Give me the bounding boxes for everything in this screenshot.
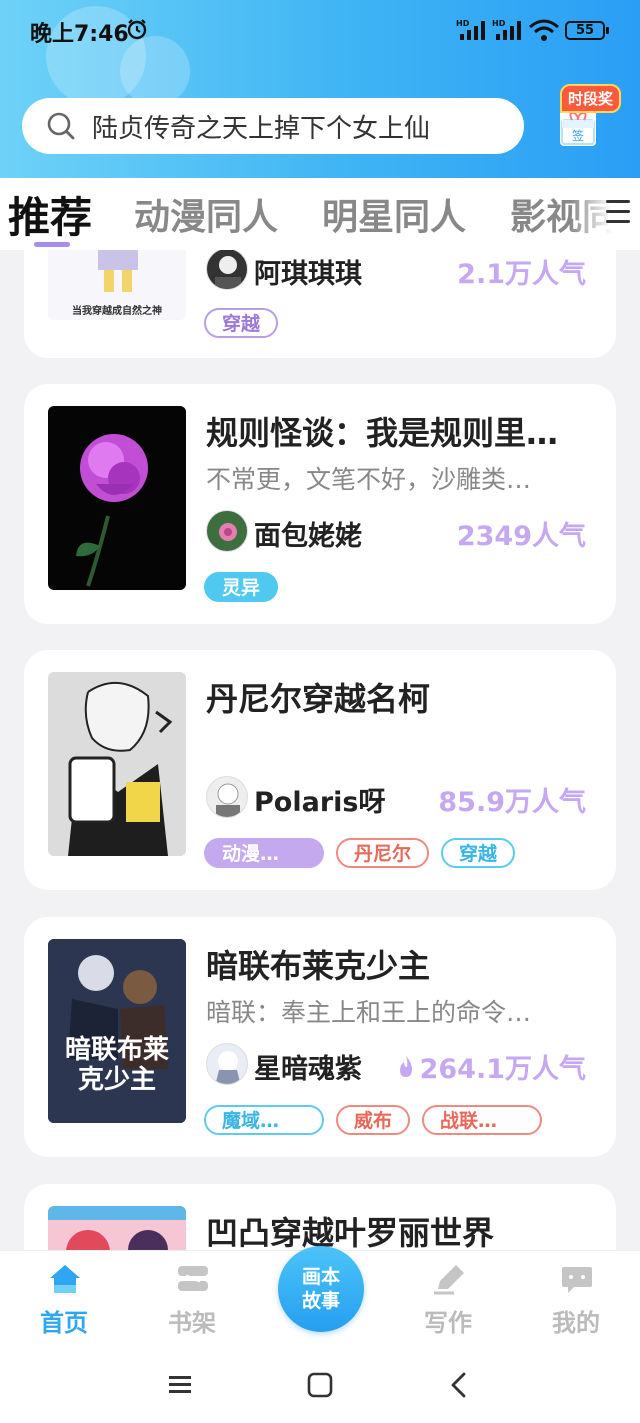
search-bar[interactable] <box>22 98 524 154</box>
gift-icon: 签 <box>560 110 596 146</box>
author-name[interactable]: 星暗魂紫 <box>254 1047 362 1086</box>
author-row: 面包姥姥 2349人气 <box>206 510 586 554</box>
book-title[interactable]: 暗联布莱克少主 <box>206 941 606 987</box>
cover-title: 暗联布莱克少主 <box>64 1035 169 1095</box>
center-label-line2: 故事 <box>301 1290 340 1312</box>
tag[interactable]: 魔域… <box>204 1105 324 1135</box>
author-avatar[interactable] <box>206 776 248 818</box>
book-cover: 当我穿越成自然之神 <box>48 250 186 320</box>
nav-label: 首页 <box>40 1309 88 1337</box>
battery-indicator: 55 <box>565 21 609 40</box>
popularity-count: 2349人气 <box>456 521 586 552</box>
signal-hd-label: HD <box>492 19 506 28</box>
tag[interactable]: 穿越 <box>204 308 279 338</box>
status-time: 晚上7:46 <box>30 22 129 47</box>
flame-icon <box>399 1055 412 1077</box>
nav-bookshelf[interactable]: 书架 <box>142 1251 242 1351</box>
book-cover <box>48 406 186 590</box>
app-header: 晚上7:46 HD HD 55 陆贞传奇之天上掉下个女上仙 签 时段奖 <box>0 0 640 178</box>
tag[interactable]: 战联… <box>422 1105 543 1135</box>
book-description: 不常更，文笔不好，沙雕类… <box>206 465 532 494</box>
time-reward-button[interactable]: 签 时段奖 <box>554 80 630 152</box>
center-label-line1: 画本 <box>301 1266 340 1288</box>
gift-label: 签 <box>572 128 584 143</box>
book-card[interactable]: 当我穿越成自然之神 阿琪琪琪 2.1万人气 穿越 <box>24 250 616 358</box>
author-avatar[interactable] <box>206 510 248 552</box>
book-card[interactable]: 凹凸穿越叶罗丽世界 <box>24 1184 616 1250</box>
tag-list: 动漫… 丹尼尔 穿越 <box>204 838 516 868</box>
popularity-count: 264.1万人气 <box>396 1047 586 1086</box>
alarm-icon <box>127 19 147 40</box>
tag-list: 灵异 <box>204 572 279 602</box>
book-card[interactable]: 暗联布莱克少主 暗联布莱克少主 暗联：奉主上和王上的命令… 星暗魂紫 264.1… <box>24 917 616 1157</box>
author-row: 星暗魂紫 264.1万人气 <box>206 1043 586 1087</box>
nav-label: 我的 <box>552 1309 600 1337</box>
author-name[interactable]: Polaris呀 <box>254 780 385 819</box>
tag[interactable]: 穿越 <box>441 838 516 868</box>
menu-icon[interactable] <box>606 200 630 226</box>
recent-apps-icon[interactable] <box>168 1374 192 1396</box>
nav-label: 写作 <box>424 1309 472 1337</box>
category-tabs: 推荐 动漫同人 明星同人 影视同 <box>0 178 640 250</box>
tag-list: 穿越 <box>204 308 279 338</box>
tab-anime-fanfic[interactable]: 动漫同人 <box>134 188 278 240</box>
signal-icon: HD <box>456 19 485 40</box>
search-input[interactable] <box>92 111 492 141</box>
author-name[interactable]: 阿琪琪琪 <box>254 252 362 291</box>
nav-mine[interactable]: 我的 <box>526 1251 626 1351</box>
popularity-count: 2.1万人气 <box>457 259 586 290</box>
signal-icon: HD <box>492 19 521 40</box>
author-row: 阿琪琪琪 2.1万人气 <box>206 250 586 292</box>
tag[interactable]: 灵异 <box>204 572 279 602</box>
home-icon <box>50 1265 80 1293</box>
author-name[interactable]: 面包姥姥 <box>254 514 362 553</box>
book-feed: 当我穿越成自然之神 阿琪琪琪 2.1万人气 穿越 规则怪谈：我是规则里… 不常更… <box>0 250 640 1250</box>
author-avatar[interactable] <box>206 1043 248 1085</box>
popularity-count: 85.9万人气 <box>438 787 586 818</box>
cover-caption: 当我穿越成自然之神 <box>72 306 162 317</box>
author-avatar[interactable] <box>206 250 248 290</box>
tag[interactable]: 动漫… <box>204 838 324 868</box>
search-icon <box>47 112 75 140</box>
book-card[interactable]: 丹尼尔穿越名柯 Polaris呀 85.9万人气 动漫… 丹尼尔 穿越 <box>24 650 616 890</box>
bookshelf-icon <box>178 1266 208 1291</box>
tab-indicator <box>34 242 70 247</box>
status-bar: 晚上7:46 HD HD 55 <box>0 0 640 62</box>
tab-celebrity-fanfic[interactable]: 明星同人 <box>322 188 466 240</box>
nav-home[interactable]: 首页 <box>14 1251 114 1351</box>
nav-label: 书架 <box>168 1309 216 1337</box>
pen-icon <box>434 1265 464 1295</box>
wifi-icon <box>529 19 559 41</box>
signal-hd-label: HD <box>456 19 470 28</box>
author-row: Polaris呀 85.9万人气 <box>206 776 586 820</box>
profile-chat-icon <box>562 1267 592 1293</box>
system-nav-bar <box>0 1350 640 1423</box>
reward-badge: 时段奖 <box>560 84 622 113</box>
tab-recommend[interactable]: 推荐 <box>8 184 92 245</box>
back-icon[interactable] <box>448 1372 468 1398</box>
tag[interactable]: 威布 <box>336 1105 411 1135</box>
popularity-value: 264.1万人气 <box>419 1054 586 1085</box>
home-button-icon[interactable] <box>307 1372 333 1398</box>
book-title[interactable]: 丹尼尔穿越名柯 <box>206 674 606 720</box>
picture-story-button[interactable]: 画本 故事 <box>278 1246 364 1332</box>
book-description: 暗联：奉主上和王上的命令… <box>206 998 532 1027</box>
book-cover <box>48 1206 186 1250</box>
book-cover <box>48 672 186 856</box>
book-title[interactable]: 凹凸穿越叶罗丽世界 <box>206 1208 606 1250</box>
book-cover: 暗联布莱克少主 <box>48 939 186 1123</box>
tag-list: 魔域… 威布 战联… <box>204 1105 543 1135</box>
book-card[interactable]: 规则怪谈：我是规则里… 不常更，文笔不好，沙雕类… 面包姥姥 2349人气 灵异 <box>24 384 616 624</box>
tag[interactable]: 丹尼尔 <box>336 838 430 868</box>
nav-write[interactable]: 写作 <box>398 1251 498 1351</box>
book-title[interactable]: 规则怪谈：我是规则里… <box>206 408 606 454</box>
